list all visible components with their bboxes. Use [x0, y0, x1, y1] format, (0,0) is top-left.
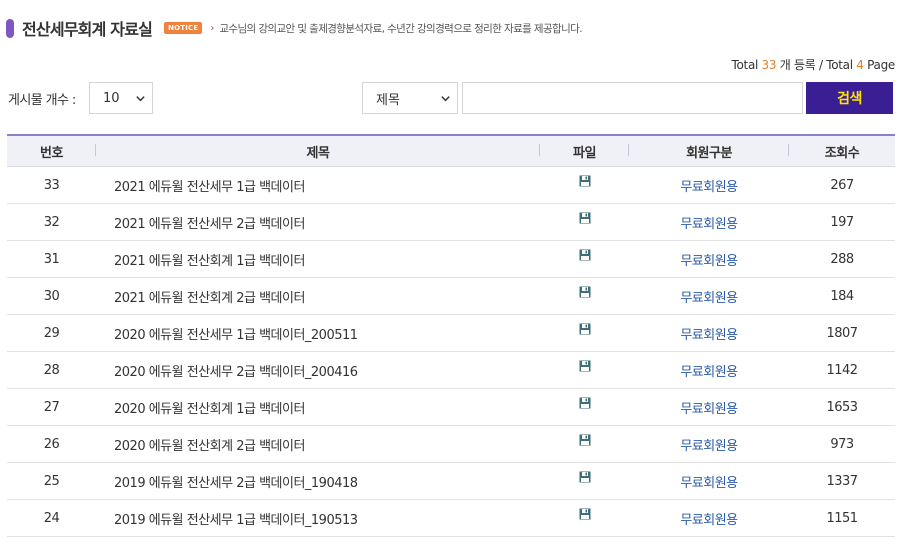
total-suffix: Page	[863, 58, 895, 72]
row-views: 197	[830, 214, 854, 230]
count-select[interactable]: 10	[89, 82, 153, 114]
floppy-disk-icon[interactable]	[579, 212, 591, 224]
row-number: 25	[43, 473, 60, 489]
count-label: 게시물 개수 :	[8, 93, 76, 108]
floppy-disk-icon[interactable]	[579, 508, 591, 520]
total-middle: 개 등록 / Total	[776, 58, 857, 72]
row-member-type: 무료회원용	[680, 216, 738, 232]
floppy-disk-icon[interactable]	[579, 323, 591, 335]
column-header-views: 조회수	[824, 145, 860, 161]
row-number: 27	[43, 399, 60, 415]
notice-badge: NOTICE	[164, 22, 203, 34]
page-title: 전산세무회계 자료실	[22, 20, 153, 39]
row-member-type: 무료회원용	[680, 438, 738, 454]
floppy-disk-icon[interactable]	[579, 175, 591, 187]
board-table: 번호 제목 파일 회원구분 조회수 33 2021 에듀윌 전산세무 1급 백데…	[7, 134, 895, 537]
row-member-type: 무료회원용	[680, 401, 738, 417]
row-number: 31	[43, 251, 60, 267]
row-member-type: 무료회원용	[680, 475, 738, 491]
row-title-link[interactable]: 2020 에듀윌 전산회계 2급 백데이터	[96, 435, 540, 454]
floppy-disk-icon[interactable]	[579, 397, 591, 409]
table-row: 33 2021 에듀윌 전산세무 1급 백데이터 무료회원용 267	[7, 167, 895, 204]
search-input[interactable]	[462, 82, 803, 114]
row-title-link[interactable]: 2021 에듀윌 전산세무 2급 백데이터	[96, 213, 540, 232]
table-row: 26 2020 에듀윌 전산회계 2급 백데이터 무료회원용 973	[7, 426, 895, 463]
table-row: 24 2019 에듀윌 전산세무 1급 백데이터_190513 무료회원용 11…	[7, 500, 895, 537]
table-row: 25 2019 에듀윌 전산세무 2급 백데이터_190418 무료회원용 13…	[7, 463, 895, 500]
row-views: 1653	[826, 399, 858, 415]
column-header-member-type: 회원구분	[629, 142, 789, 161]
row-number: 33	[43, 177, 60, 193]
row-title-link[interactable]: 2019 에듀윌 전산세무 2급 백데이터_190418	[96, 472, 540, 491]
column-header-number: 번호	[7, 142, 96, 161]
table-row: 27 2020 에듀윌 전산회계 1급 백데이터 무료회원용 1653	[7, 389, 895, 426]
table-row: 28 2020 에듀윌 전산세무 2급 백데이터_200416 무료회원용 11…	[7, 352, 895, 389]
row-title-link[interactable]: 2020 에듀윌 전산세무 1급 백데이터_200511	[96, 324, 540, 343]
row-views: 288	[830, 251, 854, 267]
count-select-value: 10	[103, 90, 120, 106]
notice-text: 교수님의 강의교안 및 출제경향분석자료, 수년간 강의경력으로 정리한 자료를…	[219, 22, 582, 35]
table-row: 29 2020 에듀윌 전산세무 1급 백데이터_200511 무료회원용 18…	[7, 315, 895, 352]
row-views: 1337	[826, 473, 858, 489]
board-header: 전산세무회계 자료실 NOTICE › 교수님의 강의교안 및 출제경향분석자료…	[6, 17, 583, 39]
row-number: 32	[43, 214, 60, 230]
row-number: 28	[43, 362, 60, 378]
row-number: 29	[43, 325, 60, 341]
row-views: 1151	[826, 510, 858, 526]
row-views: 1142	[826, 362, 858, 378]
row-title-link[interactable]: 2021 에듀윌 전산회계 2급 백데이터	[96, 287, 540, 306]
row-title-link[interactable]: 2021 에듀윌 전산세무 1급 백데이터	[96, 176, 540, 195]
row-member-type: 무료회원용	[680, 179, 738, 195]
row-title-link[interactable]: 2019 에듀윌 전산세무 1급 백데이터_190513	[96, 509, 540, 528]
row-title-link[interactable]: 2020 에듀윌 전산회계 1급 백데이터	[96, 398, 540, 417]
search-button[interactable]: 검색	[806, 82, 893, 114]
row-member-type: 무료회원용	[680, 364, 738, 380]
floppy-disk-icon[interactable]	[579, 434, 591, 446]
table-row: 31 2021 에듀윌 전산회계 1급 백데이터 무료회원용 288	[7, 241, 895, 278]
floppy-disk-icon[interactable]	[579, 249, 591, 261]
row-views: 267	[830, 177, 854, 193]
row-views: 973	[830, 436, 854, 452]
row-views: 1807	[826, 325, 858, 341]
column-header-title: 제목	[96, 142, 540, 161]
chevron-down-icon	[441, 96, 450, 102]
row-member-type: 무료회원용	[680, 327, 738, 343]
row-title-link[interactable]: 2021 에듀윌 전산회계 1급 백데이터	[96, 250, 540, 269]
notice-arrow-icon: ›	[210, 22, 215, 34]
search-field-select[interactable]: 제목	[362, 82, 458, 114]
row-number: 24	[43, 510, 60, 526]
floppy-disk-icon[interactable]	[579, 286, 591, 298]
table-row: 30 2021 에듀윌 전산회계 2급 백데이터 무료회원용 184	[7, 278, 895, 315]
floppy-disk-icon[interactable]	[579, 360, 591, 372]
row-member-type: 무료회원용	[680, 512, 738, 528]
floppy-disk-icon[interactable]	[579, 471, 591, 483]
row-number: 30	[43, 288, 60, 304]
row-member-type: 무료회원용	[680, 253, 738, 269]
search-field-select-value: 제목	[376, 92, 400, 108]
row-member-type: 무료회원용	[680, 290, 738, 306]
total-count: 33	[761, 58, 777, 72]
chevron-down-icon	[136, 96, 145, 102]
title-marker	[6, 18, 14, 38]
row-number: 26	[43, 436, 60, 452]
row-views: 184	[830, 288, 854, 304]
row-title-link[interactable]: 2020 에듀윌 전산세무 2급 백데이터_200416	[96, 361, 540, 380]
total-info: Total 33 개 등록 / Total 4 Page	[732, 56, 896, 73]
column-header-file: 파일	[540, 142, 629, 161]
total-pages: 4	[856, 58, 864, 72]
total-prefix: Total	[731, 58, 762, 72]
table-row: 32 2021 에듀윌 전산세무 2급 백데이터 무료회원용 197	[7, 204, 895, 241]
table-header: 번호 제목 파일 회원구분 조회수	[7, 134, 895, 167]
search-controls: 게시물 개수 : 10 제목 검색	[0, 82, 912, 114]
